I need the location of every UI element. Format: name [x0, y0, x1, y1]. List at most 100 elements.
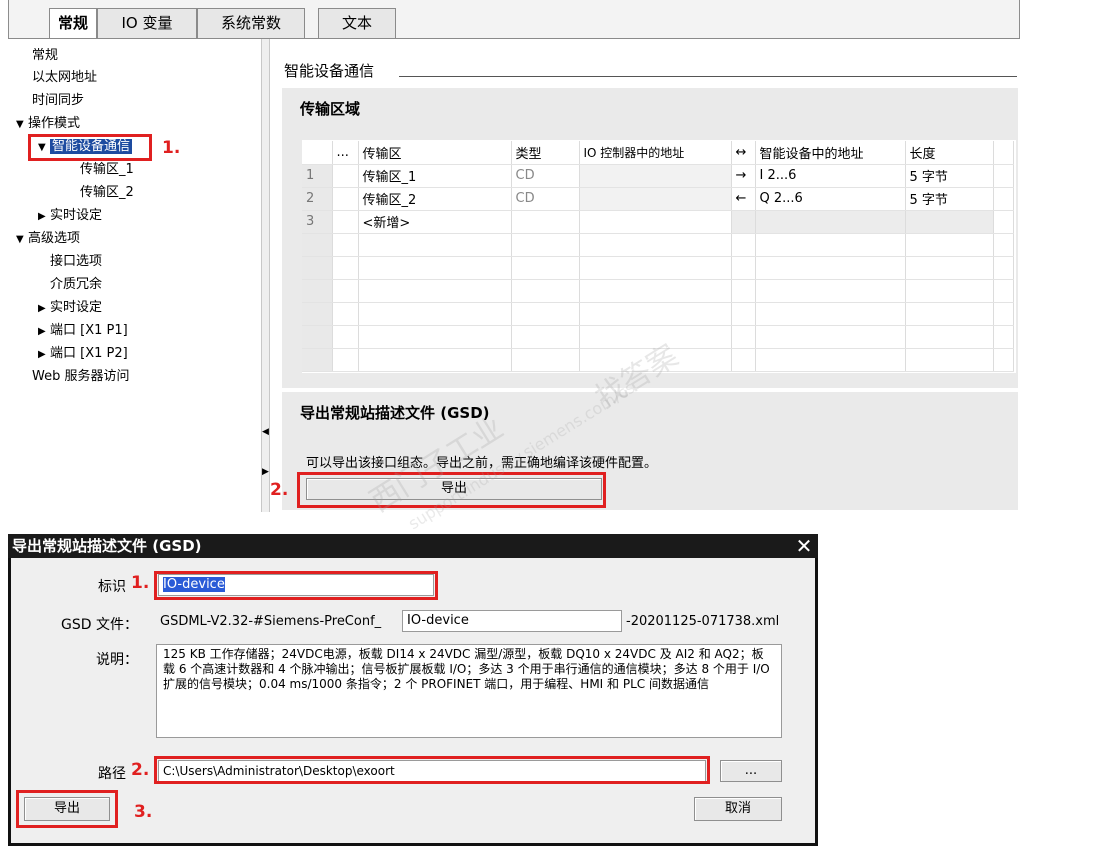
col-header-dots[interactable]: ... [332, 141, 359, 165]
tab-system-constants[interactable]: 系统常数 [197, 8, 305, 38]
row-number: 1 [302, 164, 333, 188]
section-divider [399, 76, 1017, 77]
cell-direction [731, 210, 756, 234]
dialog-step-label-2: 2. [131, 760, 150, 780]
row-number: 3 [302, 210, 333, 234]
chevron-right-icon: ▶ [38, 349, 46, 360]
close-icon[interactable]: ✕ [793, 536, 815, 556]
collapse-left-icon[interactable]: ◀ [262, 427, 269, 437]
highlight-box-dialog-step3 [16, 790, 118, 828]
cell-dots [332, 187, 359, 211]
chevron-right-icon: ▶ [38, 303, 46, 314]
arrow-left-icon: ← [731, 187, 756, 211]
nav-item-operating-mode[interactable]: ▼ 操作模式 [16, 113, 80, 135]
step-label-1: 1. [162, 138, 181, 158]
nav-label: 实时设定 [50, 208, 103, 223]
cell-length [905, 210, 994, 234]
table-row-empty [302, 279, 1014, 303]
nav-item-realtime[interactable]: ▶ 实时设定 [38, 205, 102, 227]
cell-device-addr [755, 210, 906, 234]
nav-item-ethernet[interactable]: 以太网地址 [32, 67, 97, 89]
col-header-empty [993, 141, 1014, 165]
nav-item-time-sync[interactable]: 时间同步 [32, 90, 84, 112]
gsd-file-suffix: -20201125-071738.xml [626, 614, 780, 629]
highlight-box-step1 [28, 134, 152, 161]
col-header-area[interactable]: 传输区 [358, 141, 512, 165]
cell-empty [993, 164, 1014, 188]
path-label: 路径 [98, 766, 126, 782]
section-title: 智能设备通信 [284, 62, 375, 80]
nav-item-port-p1[interactable]: ▶ 端口 [X1 P1] [38, 320, 128, 342]
col-header-length[interactable]: 长度 [905, 141, 994, 165]
cell-add-new[interactable]: <新增> [358, 210, 512, 234]
nav-item-media-redundancy[interactable]: 介质冗余 [50, 274, 102, 296]
gsd-file-prefix: GSDML-V2.32-#Siemens-PreConf_ [160, 614, 382, 629]
gsd-file-label: GSD 文件： [61, 617, 138, 633]
nav-label: 介质冗余 [50, 277, 103, 292]
dialog-step-label-1: 1. [131, 573, 150, 593]
description-textarea[interactable]: 125 KB 工作存储器；24VDC电源，板载 DI14 x 24VDC 漏型/… [156, 644, 782, 738]
nav-item-transfer-area-1[interactable]: 传输区_1 [80, 159, 134, 181]
browse-button[interactable]: ... [720, 760, 782, 782]
nav-item-transfer-area-2[interactable]: 传输区_2 [80, 182, 134, 204]
chevron-down-icon: ▼ [16, 234, 24, 245]
cell-length[interactable]: 5 字节 [905, 187, 994, 211]
nav-label: 端口 [X1 P1] [50, 323, 128, 338]
nav-item-interface-options[interactable]: 接口选项 [50, 251, 102, 273]
highlight-box-dialog-step2 [154, 756, 710, 784]
splitter[interactable]: ◀ ▶ [262, 39, 270, 512]
cell-empty [993, 210, 1014, 234]
cell-device-addr[interactable]: I 2...6 [755, 164, 906, 188]
col-header-device-addr[interactable]: 智能设备中的地址 [755, 141, 906, 165]
nav-item-realtime-2[interactable]: ▶ 实时设定 [38, 297, 102, 319]
table-row[interactable]: 2 传输区_2 CD ← Q 2...6 5 字节 [302, 187, 1014, 211]
tab-io-tags[interactable]: IO 变量 [97, 8, 197, 38]
nav-item-port-p2[interactable]: ▶ 端口 [X1 P2] [38, 343, 128, 365]
expand-right-icon[interactable]: ▶ [262, 467, 269, 477]
cell-type [511, 210, 580, 234]
row-number: 2 [302, 187, 333, 211]
arrow-right-icon: → [731, 164, 756, 188]
table-row[interactable]: 1 传输区_1 CD → I 2...6 5 字节 [302, 164, 1014, 188]
nav-label: 端口 [X1 P2] [50, 346, 128, 361]
cell-dots [332, 164, 359, 188]
dialog-step-label-3: 3. [134, 802, 153, 822]
step-label-2: 2. [270, 480, 289, 500]
transfer-area-title: 传输区域 [300, 100, 361, 118]
nav-label: Web 服务器访问 [32, 369, 130, 384]
table-row-empty [302, 302, 1014, 326]
nav-tree: 常规 以太网地址 时间同步 ▼ 操作模式 ▼ 智能设备通信 传输区_1 传输区_2 … [8, 39, 262, 512]
cell-controller-addr [579, 210, 732, 234]
cell-empty [993, 187, 1014, 211]
cell-device-addr[interactable]: Q 2...6 [755, 187, 906, 211]
tab-texts[interactable]: 文本 [318, 8, 396, 38]
nav-label: 以太网地址 [32, 70, 98, 85]
gsd-file-name-input[interactable]: IO-device [402, 610, 622, 632]
dialog-title: 导出常规站描述文件 (GSD) [8, 534, 818, 558]
cell-controller-addr [579, 187, 732, 211]
nav-label: 接口选项 [50, 254, 103, 269]
table-row-add[interactable]: 3 <新增> [302, 210, 1014, 234]
cell-length[interactable]: 5 字节 [905, 164, 994, 188]
nav-label: 常规 [32, 48, 59, 63]
col-header-direction[interactable]: ↔ [731, 141, 756, 165]
cell-area[interactable]: 传输区_1 [358, 164, 512, 188]
description-label: 说明： [96, 652, 138, 668]
cell-area[interactable]: 传输区_2 [358, 187, 512, 211]
col-header-num [302, 141, 333, 165]
cell-type[interactable]: CD [511, 187, 580, 211]
nav-item-advanced[interactable]: ▼ 高级选项 [16, 228, 80, 250]
col-header-controller-addr[interactable]: IO 控制器中的地址 [579, 141, 732, 165]
cell-dots [332, 210, 359, 234]
cell-controller-addr [579, 164, 732, 188]
col-header-type[interactable]: 类型 [511, 141, 580, 165]
table-row-empty [302, 256, 1014, 280]
nav-label: 传输区_1 [80, 162, 134, 177]
nav-item-web-server[interactable]: Web 服务器访问 [32, 366, 129, 388]
cancel-button[interactable]: 取消 [694, 797, 782, 821]
nav-label: 实时设定 [50, 300, 103, 315]
nav-item-general[interactable]: 常规 [32, 45, 58, 67]
table-row-empty [302, 233, 1014, 257]
tab-general[interactable]: 常规 [49, 8, 97, 39]
cell-type[interactable]: CD [511, 164, 580, 188]
